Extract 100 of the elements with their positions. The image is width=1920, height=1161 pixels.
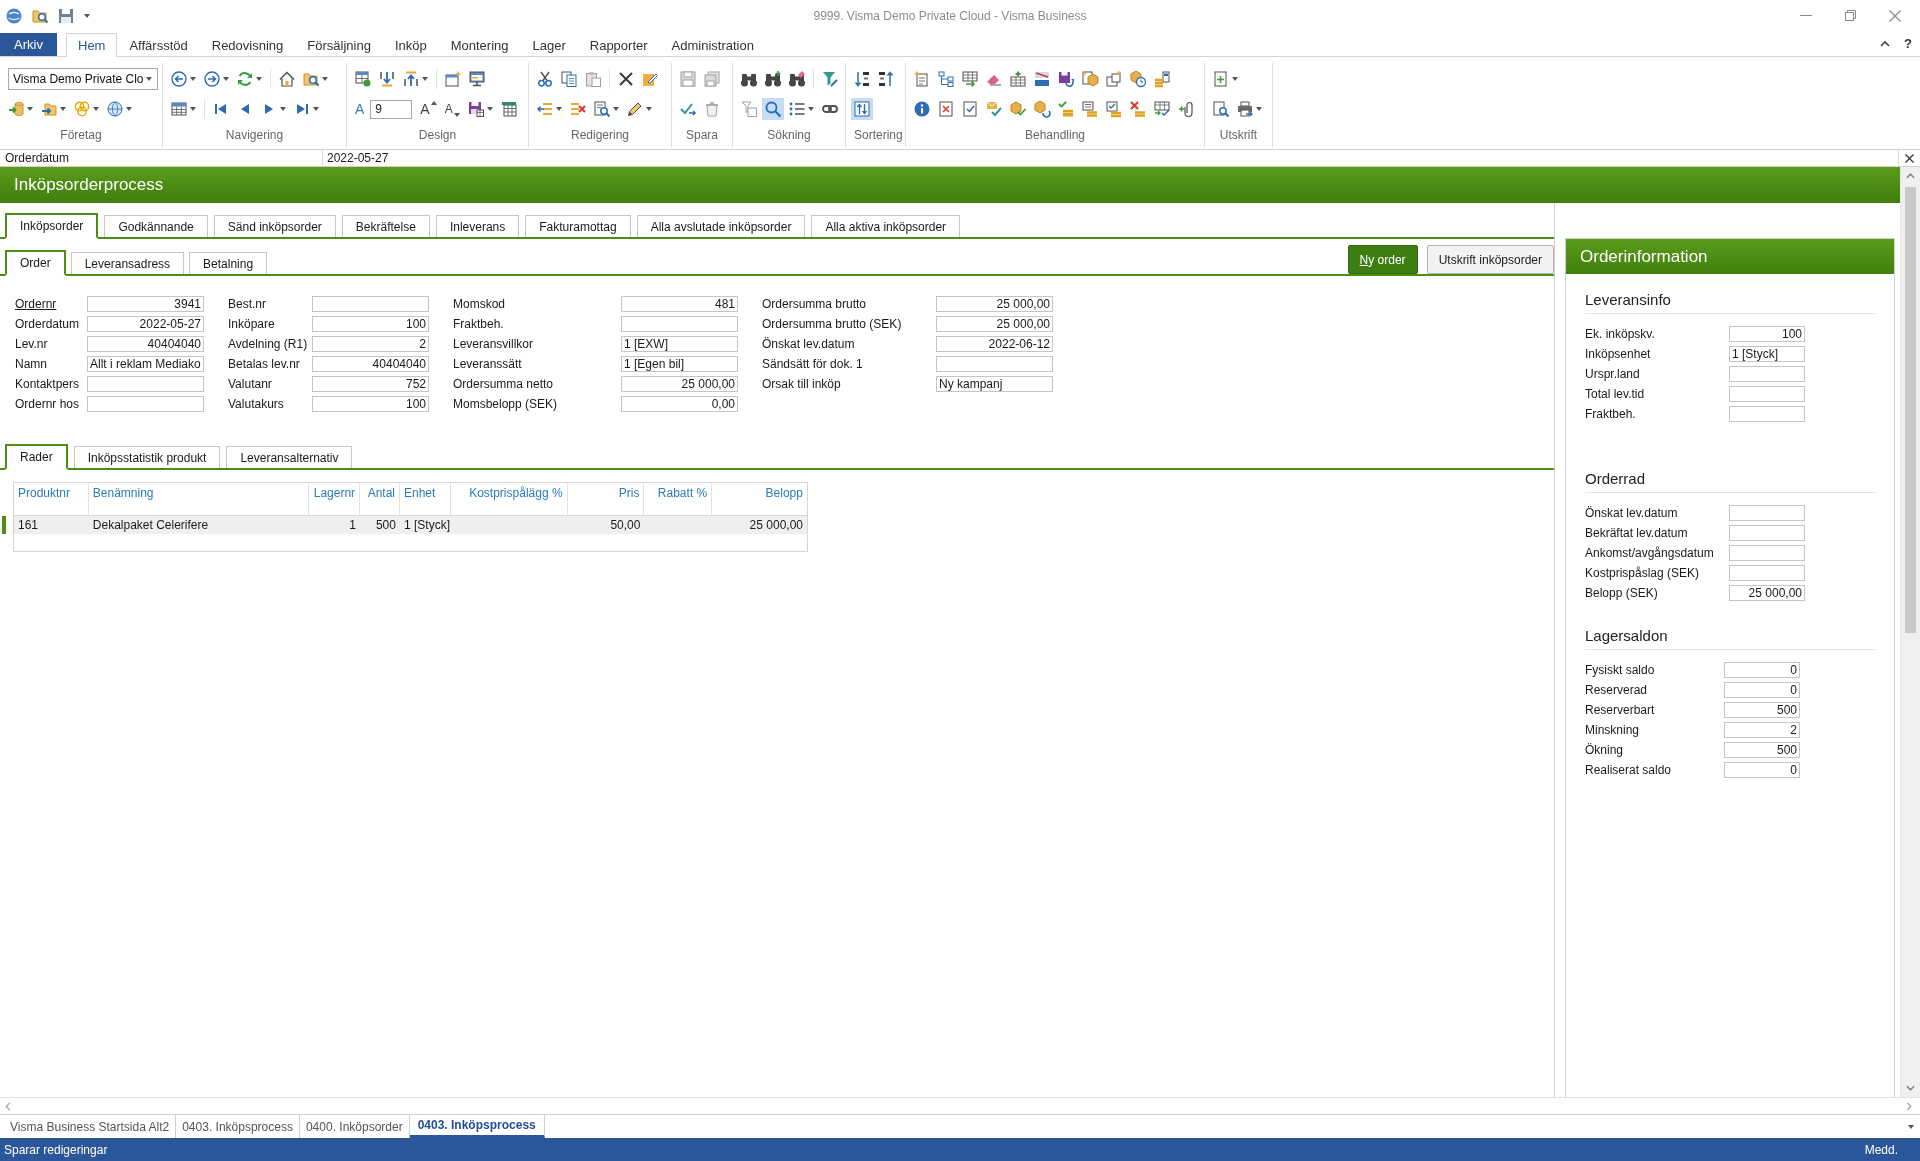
column-arrow-down-icon[interactable] — [379, 71, 395, 88]
document-tab[interactable]: 0403. Inköpsprocess — [409, 1115, 545, 1138]
filter-edit-icon[interactable] — [822, 71, 838, 88]
font-color-button[interactable]: A — [355, 101, 365, 118]
column-header[interactable]: Lagernr — [309, 483, 361, 515]
input-field[interactable] — [936, 356, 1053, 372]
caret-icon[interactable] — [93, 107, 99, 112]
table-grid-icon[interactable] — [171, 101, 187, 118]
binoculars-icon[interactable] — [741, 71, 757, 88]
input-field[interactable]: 25 000,00 — [936, 296, 1053, 312]
vertical-scrollbar[interactable] — [1900, 167, 1920, 1097]
input-field[interactable]: 25 000,00 — [621, 376, 738, 392]
ribbon-tab[interactable]: Montering — [438, 33, 521, 57]
document-delete-icon[interactable] — [938, 101, 954, 118]
ribbon-tab[interactable]: Rapporter — [577, 33, 660, 57]
save-undo-icon[interactable] — [1058, 71, 1074, 88]
input-field[interactable]: 1 [EXW] — [621, 336, 738, 352]
caret-icon[interactable] — [190, 77, 196, 82]
caret-icon[interactable] — [84, 13, 90, 18]
column-header[interactable]: Benämning — [88, 483, 310, 515]
document-search-icon[interactable] — [594, 101, 610, 118]
column-header[interactable]: Enhet — [400, 483, 451, 515]
caret-icon[interactable] — [322, 77, 328, 82]
caret-icon[interactable] — [1232, 77, 1238, 82]
input-field[interactable] — [1729, 366, 1805, 382]
sort-ascending-icon[interactable] — [854, 71, 870, 88]
input-field[interactable] — [87, 396, 204, 412]
globe-logo-icon[interactable] — [6, 7, 22, 24]
sort-toggle-icon[interactable] — [851, 98, 873, 121]
search-icon[interactable] — [762, 98, 784, 121]
column-header[interactable]: Antal — [360, 483, 400, 515]
price-update-icon[interactable] — [1034, 71, 1050, 88]
tab[interactable]: Inköpsstatistik produkt — [73, 446, 221, 468]
caret-icon[interactable] — [1908, 1124, 1914, 1129]
input-field[interactable] — [1729, 525, 1805, 541]
caret-icon[interactable] — [422, 77, 428, 82]
input-field[interactable] — [87, 376, 204, 392]
caret-icon[interactable] — [256, 77, 262, 82]
new-order-button[interactable]: Ny order — [1347, 245, 1418, 274]
caret-icon[interactable] — [808, 107, 814, 112]
ribbon-tab[interactable]: Redovisning — [199, 33, 296, 57]
input-field[interactable]: 2022-05-27 — [87, 316, 204, 332]
tab[interactable]: Betalning — [189, 252, 268, 274]
field-link[interactable]: Ordernr — [15, 297, 87, 311]
ribbon-tab[interactable]: Hem — [66, 33, 118, 57]
copy-icon[interactable] — [561, 71, 577, 88]
input-field[interactable]: 1 [Egen bil] — [621, 356, 738, 372]
home-icon[interactable] — [279, 71, 295, 88]
paperclip-plus-icon[interactable] — [1178, 101, 1194, 118]
sort-descending-icon[interactable] — [878, 71, 894, 88]
caret-icon[interactable] — [453, 113, 460, 118]
column-header[interactable]: Kostprispålägg % — [450, 483, 568, 515]
input-field[interactable]: 0 — [1724, 762, 1800, 778]
caret-icon[interactable] — [646, 107, 652, 112]
input-field[interactable] — [1729, 545, 1805, 561]
coins-list-icon[interactable] — [1082, 101, 1098, 118]
screen-settings-icon[interactable] — [469, 71, 485, 88]
coins-calculator-icon[interactable] — [1154, 71, 1170, 88]
input-field[interactable]: 100 — [312, 396, 429, 412]
input-field[interactable] — [1729, 505, 1805, 521]
input-field[interactable]: 3941 — [87, 296, 204, 312]
messages-label[interactable]: Medd. — [1864, 1142, 1898, 1157]
print-button[interactable]: Utskrift inköpsorder — [1426, 245, 1554, 274]
tab[interactable]: Bekräftelse — [341, 215, 430, 237]
grow-font-button[interactable]: A — [420, 101, 437, 118]
tab[interactable]: Godkännande — [104, 215, 208, 237]
ribbon-tab[interactable]: Affärsstöd — [117, 33, 200, 57]
input-field[interactable]: 100 — [1729, 326, 1805, 342]
save-layout-icon[interactable] — [467, 101, 484, 118]
caret-icon[interactable] — [313, 107, 319, 112]
table-row[interactable]: 161 Dekalpaket Celerifere 1 500 1 [Styck] 50,00 25 000,00 — [13, 516, 808, 534]
tab[interactable]: Alla avslutade inköpsorder — [636, 215, 806, 237]
caret-icon[interactable] — [190, 107, 196, 112]
new-window-icon[interactable] — [445, 71, 461, 88]
column-header[interactable]: Rabatt % — [644, 483, 713, 515]
caret-icon[interactable] — [613, 107, 619, 112]
ribbon-tab[interactable]: Administration — [659, 33, 766, 57]
filter-document-icon[interactable] — [741, 101, 757, 118]
document-plus-icon[interactable] — [1213, 71, 1229, 88]
window-star-icon[interactable] — [1106, 71, 1122, 88]
database-arrow-icon[interactable] — [8, 101, 24, 118]
input-field[interactable]: 0 — [1724, 682, 1800, 698]
close-icon[interactable] — [1905, 153, 1914, 163]
hierarchy-icon[interactable] — [938, 71, 954, 88]
ribbon-tab[interactable]: Försäljning — [295, 33, 383, 57]
input-field[interactable]: 1 [Styck] — [1729, 346, 1805, 362]
company-dropdown[interactable]: Visma Demo Private Clo — [8, 68, 158, 91]
scissors-icon[interactable] — [537, 71, 553, 88]
list-icon[interactable] — [789, 101, 805, 118]
input-field[interactable]: Allt i reklam Mediako — [87, 356, 204, 372]
caret-icon[interactable] — [126, 107, 132, 112]
lines-arrow-icon[interactable] — [537, 101, 553, 118]
scroll-thumb[interactable] — [1905, 187, 1916, 633]
print-preview-icon[interactable] — [1213, 101, 1229, 118]
binoculars-plus-icon[interactable] — [765, 71, 781, 88]
folder-arrow-icon[interactable] — [41, 101, 57, 118]
input-field[interactable]: 40404040 — [87, 336, 204, 352]
tab[interactable]: Inleverans — [435, 215, 520, 237]
table-plus-icon[interactable] — [1010, 71, 1026, 88]
scroll-down-icon[interactable] — [1906, 1085, 1915, 1091]
